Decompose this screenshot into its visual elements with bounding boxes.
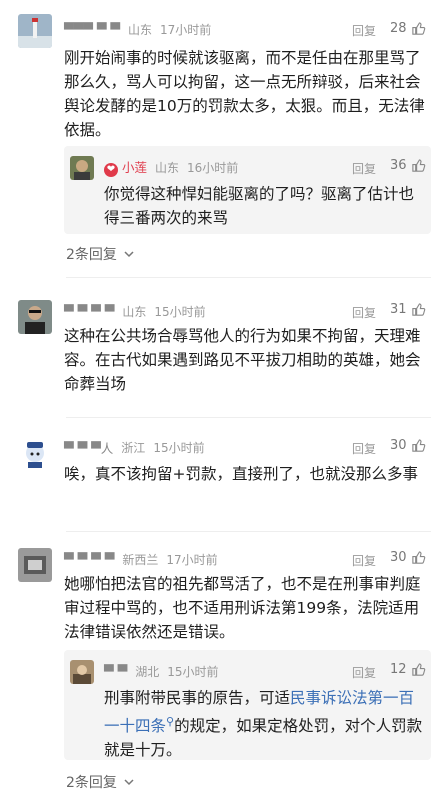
avatar[interactable] [18,300,52,334]
reply-button[interactable]: 回复 [352,304,376,321]
username[interactable]: ▀ ▀ ▀ ▀ [64,552,114,567]
thumb-up-icon [411,439,425,452]
reply-meta: ▀ ▀ 湖北 15小时前 [104,660,219,682]
like-count: 28 [390,21,407,36]
thumb-up-icon [411,159,425,172]
like-button[interactable]: 30 [390,550,426,565]
comment-text: 刚开始闹事的时候就该驱离，而不是任由在那里骂了那么久，骂人可以拘留，这一点无所辩… [64,49,425,139]
timestamp: 17小时前 [160,22,212,37]
username[interactable]: ▀ ▀ [104,664,127,679]
comment-meta: ▀ ▀ ▀ ▀ 山东 15小时前 [64,300,206,322]
like-button[interactable]: 12 [390,662,426,677]
comment-feed: ▀▀▀ ▀ ▀ 山东 17小时前 回复 28 刚开始闹事的时候就该驱离，而不是任… [0,0,447,800]
avatar[interactable] [18,548,52,582]
comment-text: 她哪怕把法官的祖先都骂活了，也不是在刑事审判庭审过程中骂的，也不适用刑诉法第19… [64,575,421,641]
divider [66,277,431,278]
avatar[interactable] [18,436,52,470]
comment-3: ▀ ▀ ▀人 浙江 15小时前 回复 30 唉，真不该拘留+罚款，直接刑了，也就… [0,432,447,532]
reply-button[interactable]: 回复 [352,552,376,569]
avatar[interactable] [18,14,52,48]
thumb-up-icon [411,551,425,564]
like-button[interactable]: 28 [390,21,426,36]
thumb-up-icon [411,22,425,35]
expand-replies-button[interactable]: 2条回复 [66,772,135,792]
location: 新西兰 [122,552,159,567]
reply-panel: ▀ ▀ 湖北 15小时前 回复 12 刑事附带民事的原告，可适民事诉讼法第一百一… [64,650,431,760]
location: 湖北 [135,664,160,679]
timestamp: 16小时前 [187,160,239,175]
username[interactable]: ▀ ▀ ▀ ▀ [64,304,114,319]
like-count: 30 [390,438,407,453]
location: 山东 [128,22,153,37]
reply-button[interactable]: 回复 [352,664,376,681]
like-count: 31 [390,302,407,317]
comment-4: ▀ ▀ ▀ ▀ 新西兰 17小时前 回复 30 她哪怕把法官的祖先都骂活了，也不… [0,544,447,800]
divider [66,417,431,418]
expand-replies-button[interactable]: 2条回复 [66,244,135,264]
reply-button[interactable]: 回复 [352,160,376,177]
reply-meta: ❤ 小莲 山东 16小时前 [104,156,238,178]
username[interactable]: ▀ ▀ ▀人 [64,438,113,457]
heart-badge-icon: ❤ [104,162,118,177]
like-button[interactable]: 30 [390,438,426,453]
reply-button[interactable]: 回复 [352,22,376,39]
comment-2: ▀ ▀ ▀ ▀ 山东 15小时前 回复 31 这种在公共场合辱骂他人的行为如果不… [0,296,447,420]
timestamp: 15小时前 [167,664,219,679]
like-button[interactable]: 36 [390,158,426,173]
divider [66,531,431,532]
reply-text: 刑事附带民事的原告，可适民事诉讼法第一百一十四条⚲的规定，如果定格处罚，对个人罚… [104,689,423,760]
location: 山东 [122,304,147,319]
comment-meta: ▀ ▀ ▀人 浙江 15小时前 [64,436,205,458]
reply-text: 你觉得这种悍妇能驱离的了吗？驱离了估计也得三番两次的来骂 [104,185,415,227]
comment-meta: ▀▀▀ ▀ ▀ 山东 17小时前 [64,18,211,40]
location: 浙江 [121,440,146,455]
username[interactable]: ▀▀▀ ▀ ▀ [64,22,120,37]
username[interactable]: ❤ 小莲 [104,157,147,177]
location: 山东 [155,160,180,175]
like-count: 30 [390,550,407,565]
avatar[interactable] [70,660,94,684]
comment-meta: ▀ ▀ ▀ ▀ 新西兰 17小时前 [64,548,218,570]
timestamp: 17小时前 [166,552,218,567]
thumb-up-icon [411,663,425,676]
comment-text: 这种在公共场合辱骂他人的行为如果不拘留，天理难容。在古代如果遇到路见不平拔刀相助… [64,327,421,393]
reply-button[interactable]: 回复 [352,440,376,457]
search-icon[interactable]: ⚲ [166,715,174,728]
chevron-down-icon [124,779,134,786]
chevron-down-icon [124,251,134,258]
like-count: 12 [390,662,407,677]
like-count: 36 [390,158,407,173]
like-button[interactable]: 31 [390,302,426,317]
timestamp: 15小时前 [154,304,206,319]
comment-text: 唉，真不该拘留+罚款，直接刑了，也就没那么多事 [64,465,418,483]
reply-panel: ❤ 小莲 山东 16小时前 回复 36 你觉得这种悍妇能驱离的了吗？驱离了估计也得… [64,146,431,234]
timestamp: 15小时前 [153,440,205,455]
avatar[interactable] [70,156,94,180]
thumb-up-icon [411,303,425,316]
comment-1: ▀▀▀ ▀ ▀ 山东 17小时前 回复 28 刚开始闹事的时候就该驱离，而不是任… [0,0,447,278]
